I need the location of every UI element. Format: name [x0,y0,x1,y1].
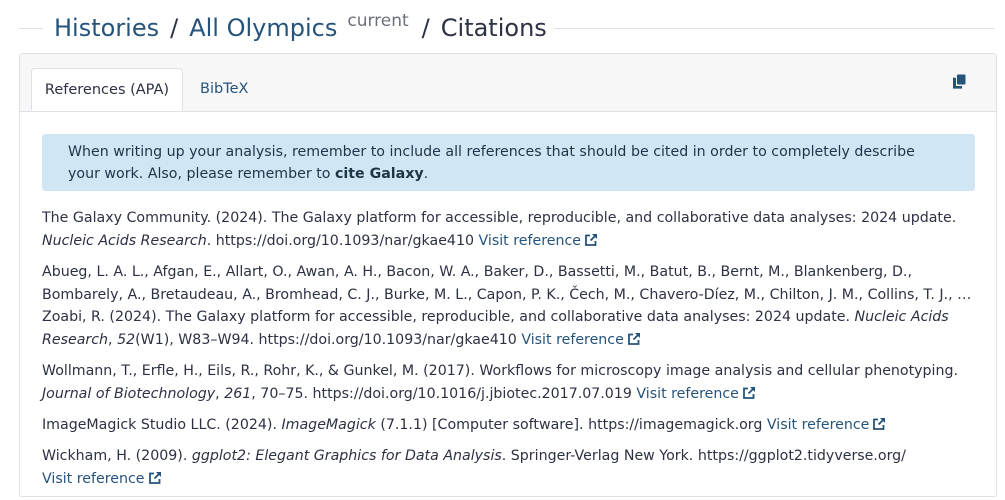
page-header: Histories / All Olympics current / Citat… [0,0,1005,54]
reference-item: Wollmann, T., Erfle, H., Eils, R., Rohr,… [42,360,977,405]
reference-item: The Galaxy Community. (2024). The Galaxy… [42,207,977,252]
reference-text: The Galaxy Community. (2024). The Galaxy… [42,210,957,226]
reference-text: Wollmann, T., Erfle, H., Eils, R., Rohr,… [42,363,959,379]
reference-journal: Nucleic Acids Research [42,232,207,249]
reference-doi: (W1), W83–W94. https://doi.org/10.1093/n… [135,331,522,348]
reference-doi: . https://doi.org/10.1093/nar/gkae410 [206,232,479,249]
cite-galaxy-link[interactable]: cite Galaxy [335,166,424,182]
reference-journal: Journal of Biotechnology [42,385,216,402]
reference-separator: , [108,331,118,348]
breadcrumb-separator: / [421,14,430,42]
external-link-icon [585,233,598,246]
reference-text: Abueg, L. A. L., Afgan, E., Allart, O., … [42,264,972,325]
reference-doi: (7.1.1) [Computer software]. https://ima… [375,417,767,433]
visit-reference-label: Visit reference [636,385,739,402]
page-title: Citations [440,14,547,42]
reference-item: ImageMagick Studio LLC. (2024). ImageMag… [42,414,977,437]
reference-item: Abueg, L. A. L., Afgan, E., Allart, O., … [42,261,977,351]
tab-references-apa[interactable]: References (APA) [31,68,183,111]
reference-item: Wickham, H. (2009). ggplot2: Elegant Gra… [42,445,977,490]
citations-card-header: References (APA) BibTeX [20,54,996,112]
breadcrumb: Histories / All Olympics current / Citat… [54,11,547,47]
visit-reference-label: Visit reference [766,417,870,433]
copy-icon [953,74,966,89]
alert-text-end: . [423,166,429,182]
reference-volume: 261 [224,385,252,402]
header-rule-left [19,28,43,29]
visit-reference-link[interactable]: Visit reference [521,332,641,348]
tab-bibtex[interactable]: BibTeX [200,68,248,111]
citations-card: References (APA) BibTeX When writing up … [19,53,997,497]
visit-reference-link[interactable]: Visit reference [767,417,887,433]
visit-reference-link[interactable]: Visit reference [636,386,756,402]
alert-text: When writing up your analysis, remember … [68,144,915,182]
header-rule-right [554,28,994,29]
external-link-icon [148,471,161,484]
reference-separator: , [215,385,225,402]
cite-reminder-alert: When writing up your analysis, remember … [42,134,975,191]
reference-volume: 52 [117,331,136,348]
breadcrumb-histories-link[interactable]: Histories [54,12,159,44]
reference-journal: ImageMagick [281,417,376,433]
visit-reference-link[interactable]: Visit reference [479,233,599,249]
visit-reference-label: Visit reference [478,232,582,249]
reference-journal: ggplot2: Elegant Graphics for Data Analy… [191,448,502,464]
reference-text: ImageMagick Studio LLC. (2024). [42,417,282,433]
current-history-badge: current [347,11,409,31]
breadcrumb-history-link[interactable]: All Olympics [189,12,337,44]
breadcrumb-separator: / [170,14,179,42]
visit-reference-label: Visit reference [521,331,624,348]
reference-doi: , 70–75. https://doi.org/10.1016/j.jbiot… [251,385,637,402]
visit-reference-label: Visit reference [42,470,145,487]
external-link-icon [743,386,755,399]
visit-reference-link[interactable]: Visit reference [42,471,162,487]
external-link-icon [873,418,886,430]
reference-text: Wickham, H. (2009). [42,448,192,464]
copy-citations-button[interactable] [953,74,969,90]
external-link-icon [627,332,640,345]
reference-doi: . Springer-Verlag New York. https://ggpl… [501,448,906,464]
